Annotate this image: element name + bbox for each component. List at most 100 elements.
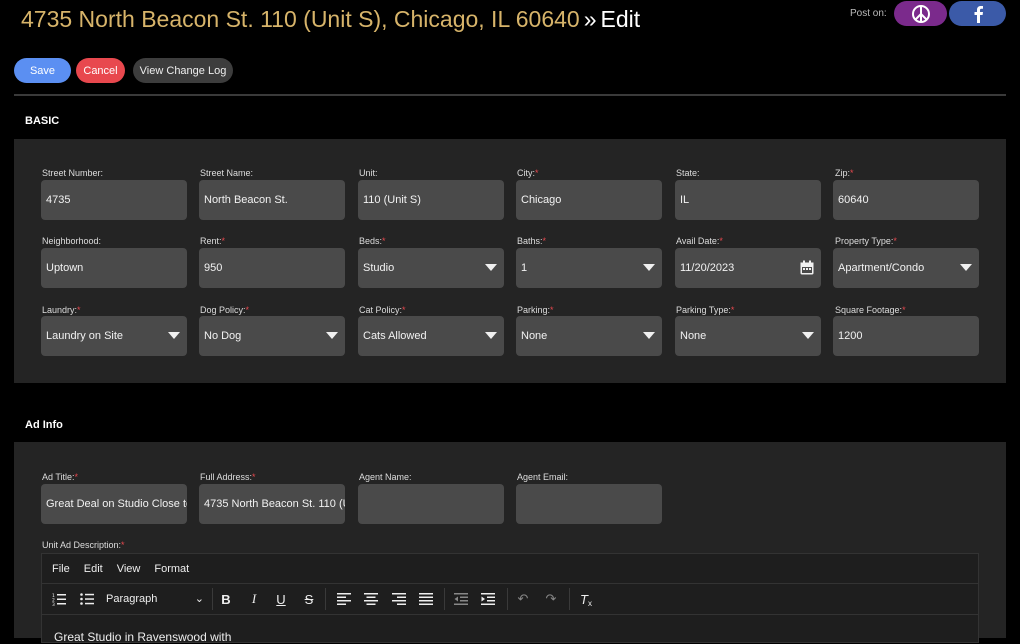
- zip-label: Zip:*: [835, 168, 854, 178]
- required-marker: *: [402, 305, 406, 315]
- required-marker: *: [121, 540, 125, 550]
- full-address-label: Full Address:*: [200, 472, 256, 482]
- numbered-list-icon[interactable]: 123: [50, 590, 68, 608]
- city-input[interactable]: Chicago: [516, 180, 662, 220]
- agent-name-label: Agent Name:: [359, 472, 412, 482]
- avail-date-input[interactable]: 11/20/2023: [675, 248, 821, 288]
- property-type-label: Property Type:*: [835, 236, 897, 246]
- dropdown-caret-icon: [802, 332, 814, 339]
- toolbar-divider: [325, 588, 326, 610]
- required-marker: *: [245, 305, 250, 315]
- dropdown-caret-icon: [485, 264, 497, 271]
- parking-select[interactable]: None: [516, 316, 662, 356]
- beds-select[interactable]: Studio: [358, 248, 504, 288]
- required-marker: *: [382, 236, 386, 246]
- avail-date-label: Avail Date:*: [676, 236, 723, 246]
- parking-type-select[interactable]: None: [675, 316, 821, 356]
- required-marker: *: [730, 305, 735, 315]
- underline-icon[interactable]: U: [272, 590, 290, 608]
- ad-info-section-heading: Ad Info: [25, 419, 63, 431]
- dropdown-caret-icon: [643, 332, 655, 339]
- menu-file[interactable]: File: [52, 563, 70, 575]
- toolbar-divider: [569, 588, 570, 610]
- parking-type-label: Parking Type:*: [676, 305, 735, 315]
- rent-input[interactable]: 950: [199, 248, 345, 288]
- required-marker: *: [535, 168, 539, 178]
- cancel-button[interactable]: Cancel: [76, 58, 125, 83]
- required-marker: *: [77, 305, 81, 315]
- menu-edit[interactable]: Edit: [84, 563, 103, 575]
- description-editor[interactable]: File Edit View Format 123 Paragraph ⌄ B …: [41, 553, 979, 644]
- save-button[interactable]: Save: [14, 58, 71, 83]
- view-change-log-button[interactable]: View Change Log: [133, 58, 233, 83]
- bold-icon[interactable]: B: [217, 590, 235, 608]
- clear-formatting-icon[interactable]: Tx: [577, 590, 595, 608]
- redo-icon[interactable]: ↷: [542, 590, 560, 608]
- align-center-icon[interactable]: [362, 590, 380, 608]
- dropdown-caret-icon: [960, 264, 972, 271]
- street-name-input[interactable]: North Beacon St.: [199, 180, 345, 220]
- baths-select[interactable]: 1: [516, 248, 662, 288]
- laundry-select[interactable]: Laundry on Site: [41, 316, 187, 356]
- laundry-label: Laundry:*: [42, 305, 81, 315]
- align-justify-icon[interactable]: [417, 590, 435, 608]
- neighborhood-label: Neighborhood:: [42, 236, 102, 246]
- dropdown-caret-icon: [643, 264, 655, 271]
- edit-label: Edit: [600, 6, 641, 32]
- italic-icon[interactable]: I: [245, 590, 263, 608]
- bullet-list-icon[interactable]: [78, 590, 96, 608]
- unit-input[interactable]: 110 (Unit S): [358, 180, 504, 220]
- align-right-icon[interactable]: [390, 590, 408, 608]
- divider: [14, 94, 1006, 96]
- post-facebook-button[interactable]: [949, 1, 1006, 26]
- full-address-input[interactable]: 4735 North Beacon St. 110 (U: [199, 484, 345, 524]
- unit-ad-description-label: Unit Ad Description:*: [42, 540, 125, 550]
- block-format-select[interactable]: Paragraph ⌄: [106, 589, 206, 609]
- menu-format[interactable]: Format: [154, 563, 189, 575]
- street-number-input[interactable]: 4735: [41, 180, 187, 220]
- listing-address: 4735 North Beacon St. 110 (Unit S), Chic…: [21, 6, 580, 32]
- required-marker: *: [893, 236, 897, 246]
- post-peace-button[interactable]: [894, 1, 947, 26]
- strikethrough-icon[interactable]: S: [300, 590, 318, 608]
- editor-content[interactable]: Great Studio in Ravenswood with: [54, 630, 231, 644]
- calendar-icon[interactable]: [799, 260, 815, 276]
- zip-input[interactable]: 60640: [833, 180, 979, 220]
- editor-toolbar: 123 Paragraph ⌄ B I U S ↶ ↷ T x: [42, 584, 978, 615]
- peace-icon: [911, 4, 930, 23]
- outdent-icon[interactable]: [452, 590, 470, 608]
- svg-text:3: 3: [52, 602, 55, 606]
- baths-label: Baths:*: [517, 236, 547, 246]
- beds-label: Beds:*: [359, 236, 386, 246]
- parking-label: Parking:*: [517, 305, 554, 315]
- required-marker: *: [221, 236, 226, 246]
- property-type-select[interactable]: Apartment/Condo: [833, 248, 979, 288]
- cat-policy-select[interactable]: Cats Allowed: [358, 316, 504, 356]
- square-footage-label: Square Footage:*: [835, 305, 906, 315]
- dog-policy-select[interactable]: No Dog: [199, 316, 345, 356]
- dog-policy-label: Dog Policy:*: [200, 305, 250, 315]
- required-marker: *: [719, 236, 723, 246]
- toolbar-divider: [507, 588, 508, 610]
- menu-view[interactable]: View: [117, 563, 141, 575]
- page-title: 4735 North Beacon St. 110 (Unit S), Chic…: [21, 6, 640, 33]
- indent-icon[interactable]: [479, 590, 497, 608]
- toolbar-divider: [212, 588, 213, 610]
- neighborhood-input[interactable]: Uptown: [41, 248, 187, 288]
- rent-label: Rent:*: [200, 236, 226, 246]
- agent-email-label: Agent Email:: [517, 472, 569, 482]
- undo-icon[interactable]: ↶: [514, 590, 532, 608]
- required-marker: *: [542, 236, 547, 246]
- required-marker: *: [74, 472, 79, 482]
- street-name-label: Street Name:: [200, 168, 254, 178]
- agent-email-input[interactable]: [516, 484, 662, 524]
- state-input[interactable]: IL: [675, 180, 821, 220]
- agent-name-input[interactable]: [358, 484, 504, 524]
- city-label: City:*: [517, 168, 539, 178]
- ad-title-input[interactable]: Great Deal on Studio Close to: [41, 484, 187, 524]
- align-left-icon[interactable]: [335, 590, 353, 608]
- street-number-label: Street Number:: [42, 168, 104, 178]
- required-marker: *: [902, 305, 906, 315]
- square-footage-input[interactable]: 1200: [833, 316, 979, 356]
- basic-section-heading: BASIC: [25, 115, 60, 127]
